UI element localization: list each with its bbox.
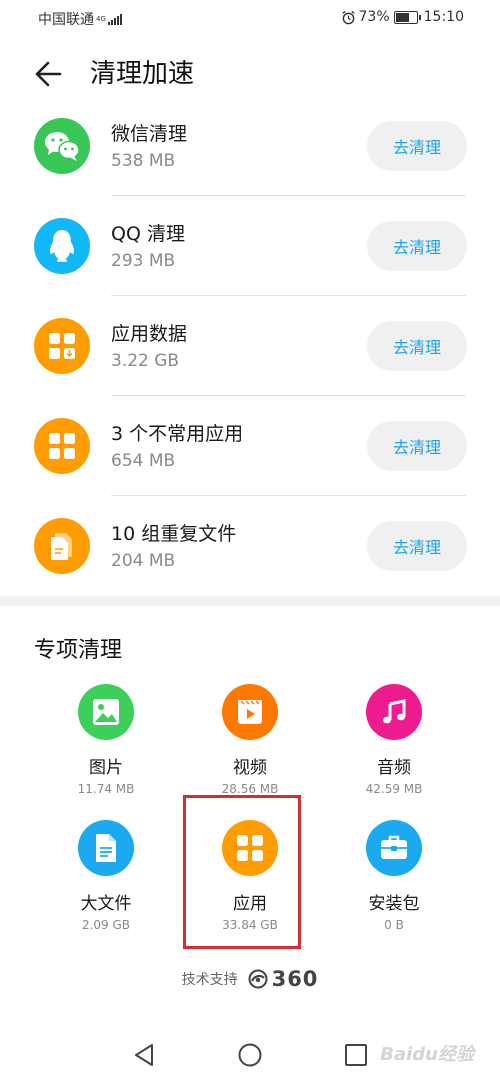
- clean-button-unused-apps[interactable]: 去清理: [367, 421, 467, 471]
- unused-apps-icon: [34, 418, 90, 474]
- grid-size: 11.74 MB: [77, 782, 135, 796]
- row-title: QQ 清理: [111, 223, 185, 245]
- row-size: 654 MB: [111, 451, 176, 471]
- brand-name: 360: [271, 967, 319, 991]
- watermark-logo: Baidu经验: [380, 1044, 474, 1065]
- home-circle-icon: [238, 1043, 262, 1067]
- wechat-icon: [34, 118, 90, 174]
- support-label: 技术支持: [181, 972, 238, 988]
- toolbox-icon: [366, 820, 422, 876]
- app-header: 清理加速: [0, 50, 500, 98]
- clean-row-duplicate-files: 10 组重复文件 204 MB 去清理: [0, 496, 500, 596]
- tech-support: 技术支持 360: [0, 965, 500, 993]
- status-right: 73% 15:10: [341, 9, 464, 25]
- nav-back-button[interactable]: [130, 1040, 160, 1070]
- video-icon: [222, 684, 278, 740]
- nav-recents-button[interactable]: [341, 1040, 371, 1070]
- alarm-icon: [341, 10, 355, 24]
- clean-row-unused-apps: 3 个不常用应用 654 MB 去清理: [0, 396, 500, 496]
- page-title: 清理加速: [90, 59, 195, 89]
- highlight-box: [183, 795, 301, 949]
- arrow-left-icon: [35, 61, 62, 87]
- recents-square-icon: [345, 1044, 367, 1066]
- row-size: 538 MB: [111, 151, 176, 171]
- grid-item-videos[interactable]: 视频 28.56 MB: [180, 684, 320, 804]
- music-note-icon: [366, 684, 422, 740]
- clean-row-wechat: 微信清理 538 MB 去清理: [0, 96, 500, 196]
- clean-button-wechat[interactable]: 去清理: [367, 121, 467, 171]
- grid-label: 大文件: [80, 894, 132, 914]
- row-title: 3 个不常用应用: [111, 423, 244, 445]
- row-size: 293 MB: [111, 251, 176, 271]
- grid-item-images[interactable]: 图片 11.74 MB: [36, 684, 176, 804]
- clean-list: 微信清理 538 MB 去清理 QQ 清理 293 MB 去清理 应用数据 3.…: [0, 96, 500, 596]
- document-icon: [78, 820, 134, 876]
- app-data-icon: [34, 318, 90, 374]
- grid-item-audio[interactable]: 音频 42.59 MB: [324, 684, 464, 804]
- battery-percent: 73%: [358, 9, 390, 25]
- grid-item-install-packages[interactable]: 安装包 0 B: [324, 820, 464, 940]
- network-type: 4G: [96, 14, 106, 23]
- grid-size: 28.56 MB: [221, 782, 279, 796]
- back-triangle-icon: [135, 1044, 153, 1066]
- clean-button-qq[interactable]: 去清理: [367, 221, 467, 271]
- grid-item-large-files[interactable]: 大文件 2.09 GB: [36, 820, 176, 940]
- row-title: 10 组重复文件: [111, 523, 237, 545]
- carrier-name: 中国联通: [38, 12, 94, 28]
- grid-label: 音频: [377, 758, 411, 778]
- grid-size: 2.09 GB: [81, 918, 131, 932]
- status-left: 中国联通 4G: [38, 9, 123, 29]
- 360-logo-icon: [248, 969, 268, 989]
- row-size: 3.22 GB: [111, 351, 180, 371]
- duplicate-files-icon: [34, 518, 90, 574]
- nav-home-button[interactable]: [235, 1040, 265, 1070]
- image-icon: [78, 684, 134, 740]
- grid-label: 安装包: [368, 894, 420, 914]
- clean-button-app-data[interactable]: 去清理: [367, 321, 467, 371]
- clean-row-qq: QQ 清理 293 MB 去清理: [0, 196, 500, 296]
- row-size: 204 MB: [111, 551, 176, 571]
- clock: 15:10: [423, 9, 464, 25]
- grid-label: 图片: [89, 758, 123, 778]
- grid-size: 0 B: [384, 918, 404, 932]
- grid-size: 42.59 MB: [365, 782, 423, 796]
- row-title: 微信清理: [111, 123, 188, 145]
- grid-label: 视频: [233, 758, 267, 778]
- clean-row-app-data: 应用数据 3.22 GB 去清理: [0, 296, 500, 396]
- qq-penguin-icon: [34, 218, 90, 274]
- signal-icon: [107, 13, 123, 25]
- battery-icon: [393, 10, 421, 24]
- clean-button-duplicate-files[interactable]: 去清理: [367, 521, 467, 571]
- section-separator: [0, 596, 500, 606]
- row-title: 应用数据: [111, 323, 188, 345]
- section-title: 专项清理: [34, 638, 123, 663]
- status-bar: 中国联通 4G 73% 15:10: [0, 0, 500, 36]
- back-button[interactable]: [30, 56, 70, 92]
